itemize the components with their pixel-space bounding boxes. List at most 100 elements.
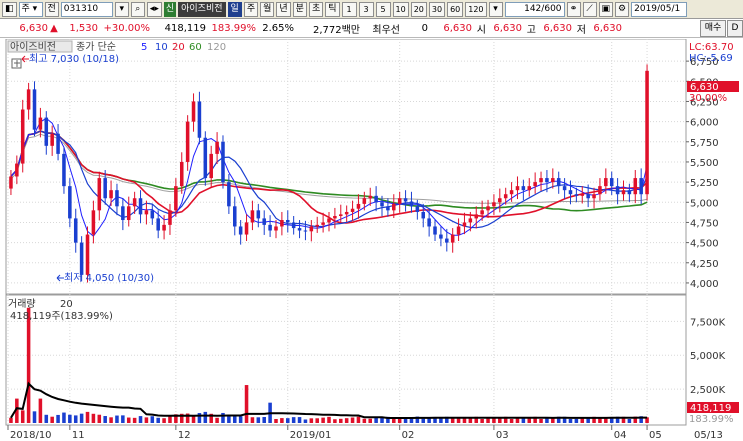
volume-bar <box>168 416 172 423</box>
candle-body <box>380 202 384 207</box>
volume-bar <box>333 419 337 423</box>
minute-1[interactable]: 1 <box>341 1 357 17</box>
count-input[interactable]: 142/600 <box>504 1 565 17</box>
candle-body <box>374 195 378 203</box>
count-value: 142 <box>524 3 542 14</box>
volume-bar <box>486 418 490 423</box>
minute-5[interactable]: 5 <box>375 1 391 17</box>
candle-body <box>368 195 372 199</box>
stock-chart[interactable]: 6,7506,5006,2506,0005,7505,5005,2505,000… <box>0 38 743 441</box>
period-tick[interactable]: 틱 <box>325 1 340 17</box>
volume-bar <box>539 419 543 423</box>
volume-bar <box>303 419 308 423</box>
volume-bar <box>350 417 355 423</box>
minute-20[interactable]: 20 <box>410 1 427 17</box>
candle-body <box>68 186 72 219</box>
date-tick-label: 12 <box>178 430 191 441</box>
chart-type-icon[interactable]: ⚭ <box>566 1 581 17</box>
candle-body <box>427 218 431 227</box>
minute-60[interactable]: 60 <box>447 1 464 17</box>
search-button[interactable]: 전 <box>44 1 59 17</box>
volume-bar <box>121 415 125 423</box>
minute-30[interactable]: 30 <box>428 1 446 17</box>
period-month[interactable]: 월 <box>260 1 275 17</box>
minute-120[interactable]: 120 <box>465 1 487 17</box>
period-second[interactable]: 초 <box>308 1 324 17</box>
candle-body <box>291 222 296 229</box>
candle-body <box>256 210 261 219</box>
last-rate-label: 30.00% <box>689 93 727 104</box>
date-input[interactable]: 2019/05/1 <box>631 1 688 17</box>
line-tool-icon[interactable]: ⟋ <box>582 1 597 17</box>
volume-bar <box>568 419 573 423</box>
candle-body <box>209 153 213 179</box>
date-tick-label: 11 <box>72 430 85 441</box>
candle-body <box>456 226 461 235</box>
period-week[interactable]: 주 <box>243 1 259 17</box>
volume-bar <box>20 410 25 423</box>
period-day[interactable]: 일 <box>227 1 242 17</box>
volume-bar <box>374 417 378 423</box>
minute-10[interactable]: 10 <box>392 1 409 17</box>
candle-body <box>268 224 272 231</box>
candle-body <box>203 137 208 179</box>
candle-body <box>9 176 13 189</box>
candle-body <box>109 190 113 199</box>
candle-body <box>574 194 579 196</box>
candle-body <box>392 203 396 211</box>
last-volume-tag-value: 418,119 <box>690 403 731 414</box>
chart-area[interactable]: 6,7506,5006,2506,0005,7505,5005,2505,000… <box>0 38 743 441</box>
date-tick-label: 04 <box>614 430 627 441</box>
candle-body <box>15 163 19 177</box>
volume-bar <box>244 385 249 423</box>
market-select[interactable]: 주 ▾ <box>18 1 43 17</box>
volume-bar <box>203 411 208 423</box>
period-year[interactable]: 년 <box>276 1 291 17</box>
sell-button-partial[interactable]: D <box>727 20 743 37</box>
save-icon[interactable]: ▣ <box>598 1 614 17</box>
period-minute[interactable]: 분 <box>292 1 307 17</box>
candle-body <box>20 109 25 164</box>
price-panel <box>5 38 687 295</box>
buy-button[interactable]: 매수 <box>700 20 726 37</box>
candle-body <box>126 206 131 221</box>
volume-bar <box>250 417 255 423</box>
candle-body <box>386 206 390 211</box>
volume-bar <box>109 417 113 423</box>
volume-bar <box>62 412 66 423</box>
date-tick-label: 2019/01 <box>290 430 332 441</box>
window-icon[interactable]: ◧ <box>2 1 17 17</box>
volume-bar <box>79 413 84 423</box>
candle-body <box>150 210 155 219</box>
minute-3[interactable]: 3 <box>358 1 374 17</box>
code-input[interactable]: 031310 <box>60 1 113 17</box>
volume-bar <box>132 417 137 423</box>
legend-ma60: 60 <box>189 42 202 53</box>
price-tick-label: 4,750 <box>690 218 719 229</box>
candle-body <box>138 198 143 215</box>
turnover: 2.65% <box>262 23 294 34</box>
gear-icon[interactable]: ⚙ <box>615 1 630 17</box>
volume-tick-label: 7,500K <box>690 317 726 328</box>
prev-next-icon[interactable]: ◂▸ <box>146 1 162 17</box>
code-dropdown-icon[interactable]: ▾ <box>114 1 129 17</box>
search-icon[interactable]: ⌕ <box>130 1 145 17</box>
candle-body <box>227 182 231 207</box>
interval-dropdown-icon[interactable]: ▾ <box>488 1 503 17</box>
volume-bar <box>256 417 261 423</box>
date-tick-label: 02 <box>402 430 415 441</box>
candle-body <box>468 218 473 223</box>
candle-body <box>333 215 337 219</box>
preferred-value: 0 <box>421 23 428 34</box>
volume-bar <box>297 417 302 423</box>
high-label: 고 <box>526 25 536 36</box>
price-tick-label: 4,500 <box>690 239 719 250</box>
volume-tick-label: 2,500K <box>690 385 726 396</box>
candle-body <box>580 194 585 196</box>
candle-body <box>103 178 107 199</box>
volume-bar <box>238 416 243 423</box>
candle-body <box>362 198 367 204</box>
volume-bar <box>327 416 331 423</box>
volume-bar <box>156 417 160 423</box>
candle-body <box>421 211 426 219</box>
